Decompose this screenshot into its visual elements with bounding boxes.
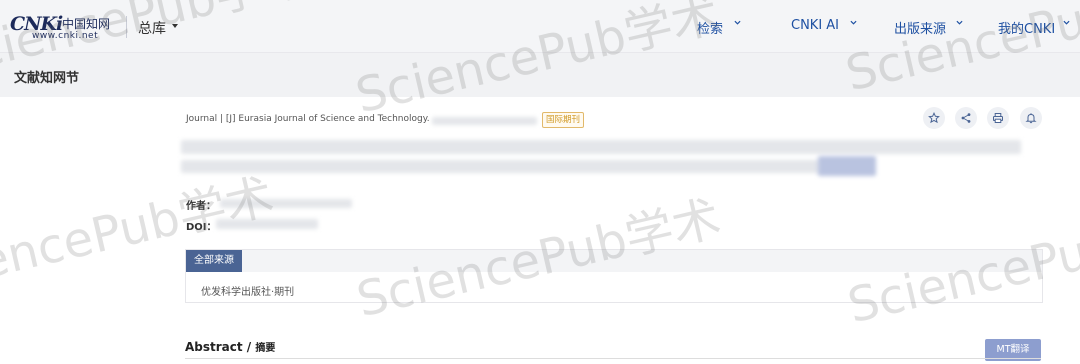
bell-icon (1025, 113, 1037, 124)
top-navigation-bar: CNKi 中国知网 www.cnki.net 总库 检索 CNKI AI 出版来… (0, 0, 1080, 53)
abstract-heading: Abstract / 摘要 (185, 339, 275, 354)
cnki-logo[interactable]: CNKi 中国知网 www.cnki.net (10, 13, 116, 41)
logo-url: www.cnki.net (32, 31, 99, 41)
nav-search[interactable]: 检索 (697, 18, 723, 37)
abstract-title-cn: 摘要 (255, 343, 276, 354)
header-divider (126, 16, 127, 38)
tab-all-sources[interactable]: 全部来源 (186, 250, 242, 272)
favorite-button[interactable] (923, 107, 945, 129)
abstract-title-en: Abstract (185, 340, 243, 354)
journal-line[interactable]: Journal | [J] Eurasia Journal of Science… (186, 114, 430, 124)
redacted-title-line (181, 140, 1021, 154)
abstract-divider (185, 358, 1041, 359)
share-button[interactable] (955, 107, 977, 129)
page-title-bar: 文献知网节 (0, 53, 1080, 97)
chevron-down-icon (1063, 20, 1070, 25)
star-icon (928, 112, 940, 124)
nav-publication-source[interactable]: 出版来源 (894, 18, 946, 37)
source-item[interactable]: 优发科学出版社·期刊 (201, 283, 294, 298)
share-icon (961, 113, 971, 123)
chevron-down-icon (850, 20, 857, 25)
caret-down-icon[interactable] (172, 24, 178, 28)
redacted-title-tag (818, 156, 876, 176)
source-panel: 全部来源 优发科学出版社·期刊 (185, 249, 1043, 303)
subscribe-button[interactable] (1020, 107, 1042, 129)
print-button[interactable] (987, 107, 1009, 129)
nav-my-cnki[interactable]: 我的CNKI (998, 18, 1055, 37)
printer-icon (993, 113, 1003, 123)
logo-chinese-name: 中国知网 (62, 17, 111, 31)
redacted-journal-issue (432, 117, 537, 125)
authors-label: 作者： (186, 201, 216, 212)
redacted-title-line (181, 160, 821, 173)
doi-label: DOI： (186, 222, 217, 233)
library-select[interactable]: 总库 (138, 18, 166, 38)
chevron-down-icon (956, 20, 963, 25)
redacted-doi (216, 219, 318, 229)
chevron-down-icon (734, 20, 741, 25)
source-tab-bar: 全部来源 (186, 250, 1042, 272)
redacted-authors (220, 199, 352, 208)
international-journal-badge: 国际期刊 (542, 112, 585, 128)
page-title: 文献知网节 (14, 71, 80, 86)
abstract-title-separator: / (242, 340, 256, 354)
nav-cnki-ai[interactable]: CNKI AI (791, 18, 839, 33)
